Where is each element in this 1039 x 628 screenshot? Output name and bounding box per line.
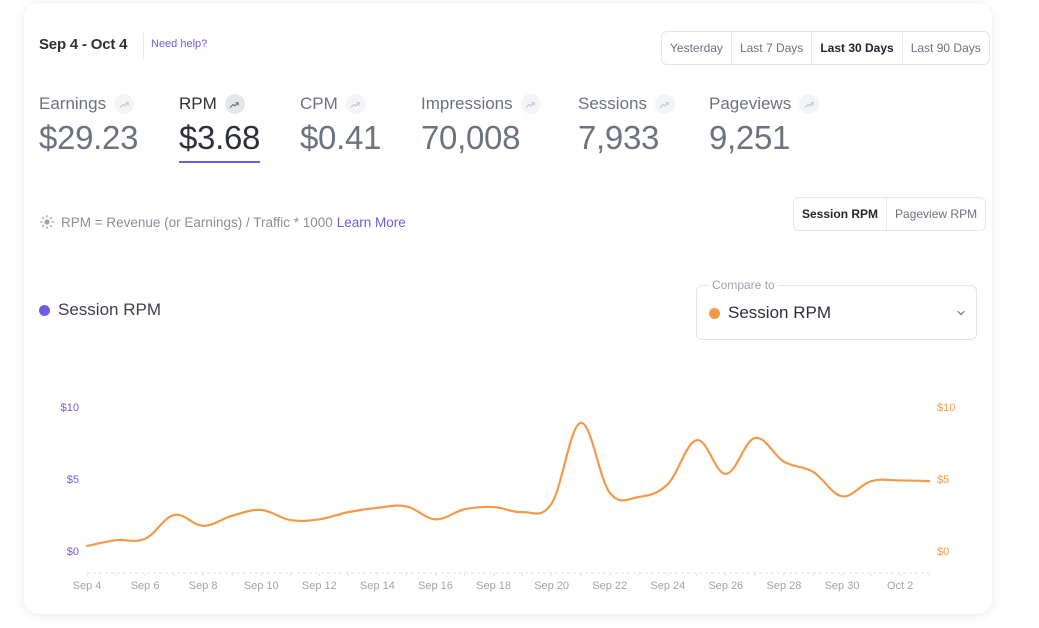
y-tick-left: $10: [61, 402, 79, 414]
range-option-last-90-days[interactable]: Last 90 Days: [901, 32, 989, 64]
x-tick-label: Sep 16: [418, 580, 453, 592]
active-metric-underline: [179, 161, 261, 163]
need-help-link[interactable]: Need help?: [151, 38, 207, 50]
compare-selected-value: Session RPM: [728, 303, 831, 322]
x-tick-label: Sep 30: [825, 580, 860, 592]
x-tick-label: Sep 26: [708, 580, 743, 592]
y-axis-left: $0 $5 $10: [61, 402, 79, 558]
toggle-pageview-rpm[interactable]: Pageview RPM: [886, 198, 985, 230]
metric-value: 7,933: [578, 119, 660, 156]
y-tick-right: $5: [937, 474, 949, 486]
primary-series-legend: Session RPM: [39, 300, 161, 320]
metric-value: $0.41: [300, 119, 382, 156]
trend-up-icon[interactable]: [114, 94, 135, 114]
metric-pageviews[interactable]: Pageviews 9,251: [709, 93, 820, 157]
metric-label: Earnings: [39, 94, 107, 113]
legend-dot-primary: [39, 304, 50, 316]
series-line-session-rpm: [85, 421, 931, 548]
metric-cpm[interactable]: CPM $0.41: [300, 93, 381, 157]
metric-label: Impressions: [421, 94, 513, 113]
metric-sessions[interactable]: Sessions 7,933: [578, 93, 675, 157]
legend-label-primary: Session RPM: [58, 300, 161, 319]
metric-value: 70,008: [421, 119, 521, 156]
header-divider: [143, 33, 144, 59]
x-tick-label: Sep 18: [476, 580, 511, 592]
trend-up-icon[interactable]: [799, 94, 820, 114]
x-tick-label: Oct 2: [887, 580, 913, 592]
metric-value: 9,251: [709, 119, 791, 156]
x-tick-label: Sep 22: [592, 580, 627, 592]
chevron-down-icon: [957, 310, 965, 316]
compare-to-select[interactable]: Compare to Session RPM: [696, 278, 977, 340]
x-axis: Sep 4 Sep 6 Sep 8 Sep 10 Sep 12 Sep 14 Sep 16 S…: [73, 572, 930, 592]
rpm-type-toggle: Session RPM Pageview RPM: [793, 197, 987, 231]
metric-label: RPM: [179, 94, 217, 113]
date-range-title: Sep 4 - Oct 4: [39, 36, 128, 53]
y-tick-right: $10: [937, 402, 955, 414]
date-range-selector: Yesterday Last 7 Days Last 30 Days Last …: [661, 31, 990, 65]
toggle-session-rpm[interactable]: Session RPM: [794, 198, 886, 230]
range-option-yesterday[interactable]: Yesterday: [662, 32, 731, 64]
range-option-last-7-days[interactable]: Last 7 Days: [730, 32, 811, 64]
trend-up-icon[interactable]: [654, 94, 675, 114]
metric-label: Sessions: [578, 94, 647, 113]
x-tick-label: Sep 20: [534, 580, 569, 592]
trend-up-icon[interactable]: [224, 94, 245, 114]
y-tick-right: $0: [937, 546, 949, 558]
trend-up-icon[interactable]: [345, 94, 366, 114]
series-layer: [85, 421, 931, 548]
rpm-dashboard-card: Sep 4 - Oct 4 Need help? Yesterday Last …: [24, 3, 992, 614]
compare-to-label: Compare to: [709, 278, 778, 292]
metric-value: $29.23: [39, 119, 139, 156]
metric-label: CPM: [300, 94, 338, 113]
x-tick-label: Sep 14: [360, 580, 395, 592]
y-tick-left: $0: [67, 546, 79, 558]
learn-more-link[interactable]: Learn More: [337, 215, 406, 230]
metric-impressions[interactable]: Impressions 70,008: [421, 93, 541, 157]
x-tick-label: Sep 28: [767, 580, 802, 592]
metric-rpm[interactable]: RPM $3.68: [179, 93, 260, 163]
x-tick-label: Sep 8: [189, 580, 218, 592]
metric-label: Pageviews: [709, 94, 792, 113]
formula-text: RPM = Revenue (or Earnings) / Traffic * …: [61, 214, 333, 230]
x-tick-label: Sep 4: [73, 580, 102, 592]
metric-value: $3.68: [179, 119, 261, 156]
rpm-formula: RPM = Revenue (or Earnings) / Traffic * …: [39, 214, 406, 230]
y-axis-right: $0 $5 $10: [937, 402, 955, 558]
sun-icon: [39, 214, 55, 230]
x-tick-label: Sep 24: [650, 580, 685, 592]
metric-earnings[interactable]: Earnings $29.23: [39, 93, 138, 157]
x-tick-label: Sep 12: [302, 580, 337, 592]
trend-up-icon[interactable]: [520, 94, 541, 114]
range-option-last-30-days[interactable]: Last 30 Days: [811, 32, 901, 64]
legend-dot-compare: [709, 307, 720, 319]
x-tick-label: Sep 10: [244, 580, 279, 592]
x-tick-label: Sep 6: [131, 580, 160, 592]
y-tick-left: $5: [67, 474, 79, 486]
